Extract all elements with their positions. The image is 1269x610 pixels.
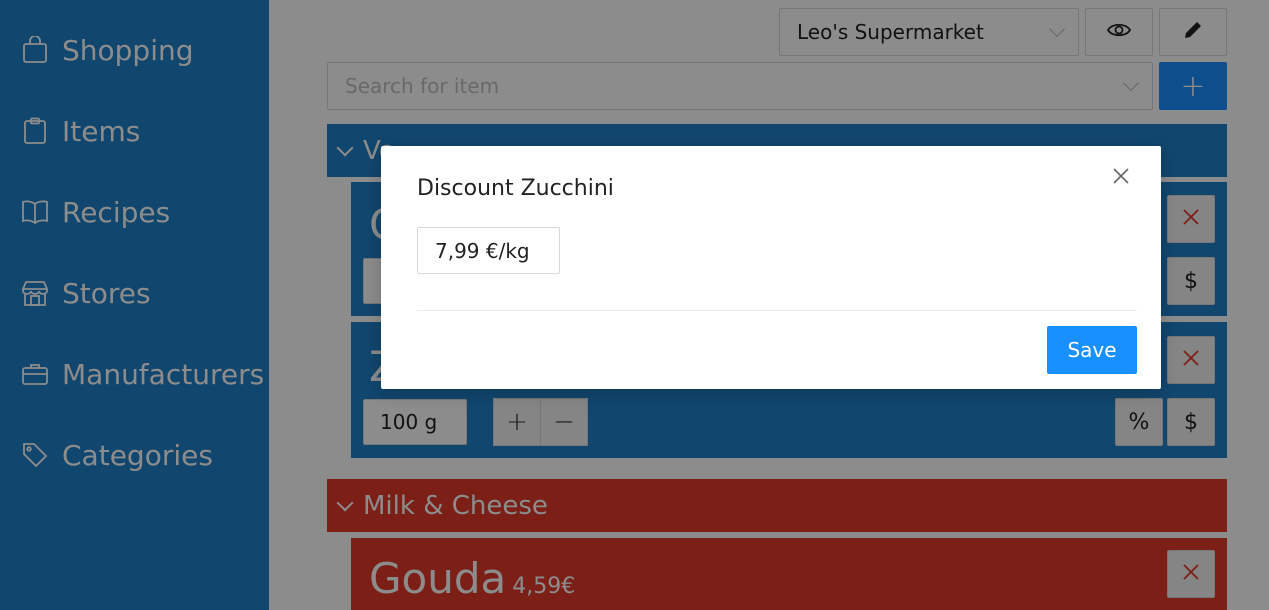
modal-title: Discount Zucchini [417,176,614,201]
discount-modal: Discount Zucchini 7,99 €/kg Save [381,146,1161,389]
modal-close-button[interactable] [1107,164,1135,192]
discount-price-input[interactable]: 7,99 €/kg [417,227,560,274]
divider [417,310,1137,311]
save-button[interactable]: Save [1047,326,1137,374]
close-icon [1112,167,1130,189]
